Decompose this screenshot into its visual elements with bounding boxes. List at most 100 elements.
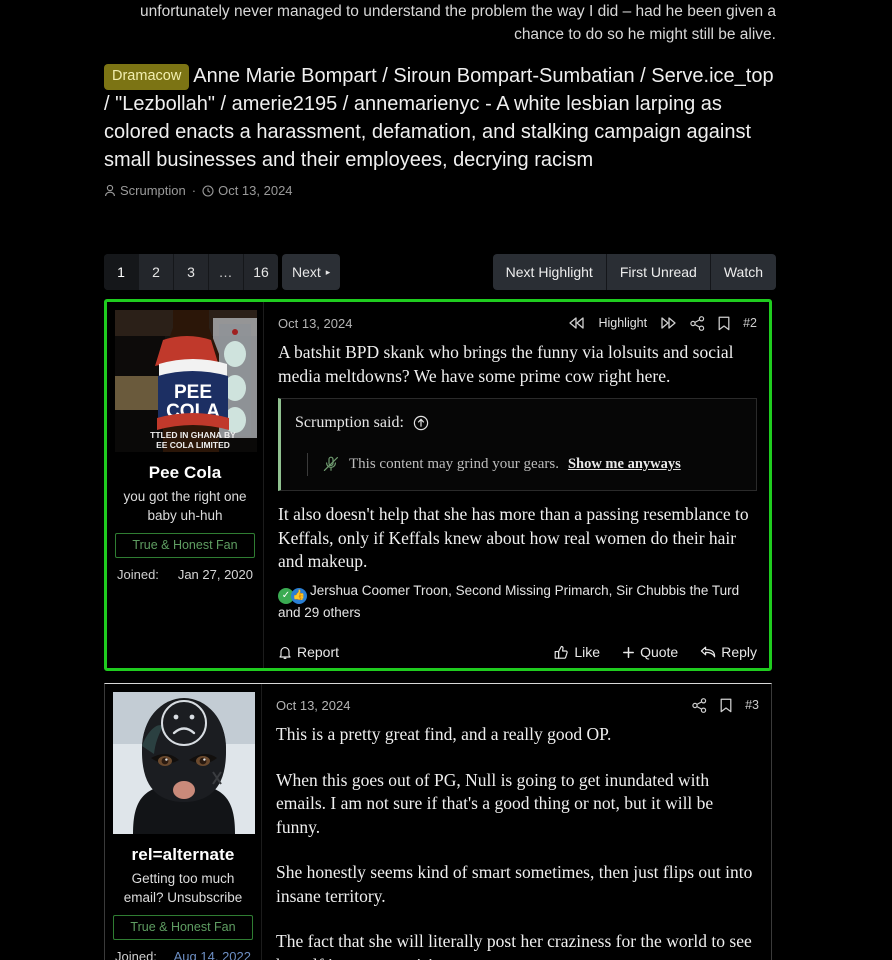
post-2-joined-value: Jan 27, 2020 <box>177 567 253 582</box>
post-3-username[interactable]: rel=alternate <box>113 845 253 865</box>
post-2-quote-block: Scrumption said: This content may grind … <box>278 398 757 491</box>
post-3-joined-row: Joined: Aug 14, 2022 <box>113 949 253 960</box>
pagination-row: 1 2 3 … 16 Next ▸ Next Highlight First U… <box>104 254 776 290</box>
next-page-label: Next <box>292 264 321 280</box>
post-2-paragraph-2: It also doesn't help that she has more t… <box>278 504 749 571</box>
post-2-username[interactable]: Pee Cola <box>115 463 255 483</box>
post-3-paragraph-3: She honestly seems kind of smart sometim… <box>276 862 753 906</box>
watch-button[interactable]: Watch <box>711 254 776 290</box>
post-3: rel=alternate Getting too much email? Un… <box>104 683 772 960</box>
thread-date[interactable]: Oct 13, 2024 <box>202 183 293 198</box>
post-3-main-column: Oct 13, 2024 #3 This is a pretty great f… <box>262 684 771 960</box>
next-page-button[interactable]: Next ▸ <box>282 254 341 290</box>
quote-button[interactable]: Quote <box>622 644 678 660</box>
next-highlight-button[interactable]: Next Highlight <box>493 254 607 290</box>
post-3-user-banner: True & Honest Fan <box>113 915 253 940</box>
muted-microphone-icon <box>322 455 340 473</box>
like-label: Like <box>574 644 601 660</box>
previous-post-excerpt: unfortunately never managed to understan… <box>140 3 776 43</box>
page-link-2[interactable]: 2 <box>139 254 174 290</box>
page-link-3[interactable]: 3 <box>174 254 209 290</box>
post-2-number[interactable]: #2 <box>743 316 757 330</box>
fast-forward-icon[interactable] <box>660 317 677 329</box>
post-3-header-actions: #3 <box>692 697 759 713</box>
thread-author[interactable]: Scrumption <box>104 183 186 198</box>
bell-icon <box>278 645 292 660</box>
bookmark-icon[interactable] <box>720 698 732 713</box>
post-2-date[interactable]: Oct 13, 2024 <box>278 316 352 331</box>
thread-action-buttons: Next Highlight First Unread Watch <box>492 254 776 290</box>
avatar[interactable] <box>113 692 255 834</box>
page-ellipsis[interactable]: … <box>209 254 244 290</box>
thread-author-name: Scrumption <box>120 183 186 198</box>
thread-date-text: Oct 13, 2024 <box>218 183 293 198</box>
page-link-16[interactable]: 16 <box>244 254 278 290</box>
svg-text:EE COLA LIMITED: EE COLA LIMITED <box>156 440 230 450</box>
plus-icon <box>622 646 635 659</box>
post-3-paragraph-1: This is a pretty great find, and a reall… <box>276 724 612 744</box>
post-2-user-banner: True & Honest Fan <box>115 533 255 558</box>
thread-title-text[interactable]: Anne Marie Bompart / Siroun Bompart-Sumb… <box>104 65 774 171</box>
report-button[interactable]: Report <box>278 644 339 660</box>
post-2-reaction-names[interactable]: Jershua Coomer Troon, Second Missing Pri… <box>278 583 739 620</box>
post-3-date[interactable]: Oct 13, 2024 <box>276 698 350 713</box>
chevron-right-icon: ▸ <box>325 266 331 277</box>
quote-attribution: Scrumption said: <box>295 411 742 435</box>
share-icon[interactable] <box>692 697 707 713</box>
balaclava-sad-face-photo <box>113 692 255 834</box>
thumbs-up-reaction-icon: 👍 <box>291 587 307 604</box>
show-me-anyways-link[interactable]: Show me anyways <box>568 453 681 477</box>
meta-separator: · <box>191 183 197 198</box>
pee-cola-bottle-photo: PEE COLA TTLED IN GHANA BY EE COLA LIMIT… <box>115 310 257 452</box>
clock-icon <box>202 184 214 197</box>
forum-thread-page: unfortunately never managed to understan… <box>0 0 892 960</box>
post-3-header: Oct 13, 2024 #3 <box>276 692 759 718</box>
avatar[interactable]: PEE COLA TTLED IN GHANA BY EE COLA LIMIT… <box>115 310 257 452</box>
reaction-icons: ✓ 👍 <box>278 587 307 604</box>
post-2-user-title: you got the right one baby uh-huh <box>123 489 247 523</box>
post-2-body: A batshit BPD skank who brings the funny… <box>278 341 757 574</box>
svg-text:TTLED IN GHANA BY: TTLED IN GHANA BY <box>150 430 236 440</box>
svg-text:PEE: PEE <box>174 382 212 403</box>
post-2-joined-row: Joined: Jan 27, 2020 <box>115 567 255 582</box>
report-label: Report <box>297 644 340 660</box>
post-2-header: Oct 13, 2024 Highlight #2 <box>278 310 757 336</box>
first-unread-button[interactable]: First Unread <box>607 254 711 290</box>
post-2-user-column: PEE COLA TTLED IN GHANA BY EE COLA LIMIT… <box>107 302 264 668</box>
post-3-paragraph-4: The fact that she will literally post he… <box>276 931 752 960</box>
post-3-number[interactable]: #3 <box>745 698 759 712</box>
post-2-footer-right: Like Quote Reply <box>554 644 757 660</box>
post-2-reactions: ✓ 👍 Jershua Coomer Troon, Second Missing… <box>278 582 757 622</box>
jump-to-post-icon[interactable] <box>413 415 429 431</box>
reply-label: Reply <box>721 644 757 660</box>
reply-arrow-icon <box>700 645 716 659</box>
quote-author-text: Scrumption said: <box>295 414 404 431</box>
post-2-highlight-button[interactable]: Highlight <box>598 316 647 330</box>
post-2-joined-label: Joined: <box>117 567 159 582</box>
thread-prefix-badge[interactable]: Dramacow <box>104 64 190 90</box>
like-button[interactable]: Like <box>554 644 600 660</box>
spoiler-notice: This content may grind your gears. Show … <box>307 452 742 477</box>
page-link-1[interactable]: 1 <box>104 254 139 290</box>
reply-button[interactable]: Reply <box>700 644 757 660</box>
page-number-group: 1 2 3 … 16 <box>104 254 278 290</box>
post-3-joined-label: Joined: <box>115 949 157 960</box>
pagination: 1 2 3 … 16 Next ▸ <box>104 254 341 290</box>
spoiler-text: This content may grind your gears. <box>349 455 559 472</box>
post-3-paragraph-2: When this goes out of PG, Null is going … <box>276 769 714 837</box>
rewind-icon[interactable] <box>568 317 585 329</box>
user-icon <box>104 184 116 197</box>
share-icon[interactable] <box>690 315 705 331</box>
page-title: Dramacow Anne Marie Bompart / Siroun Bomp… <box>104 62 784 174</box>
thread-meta: Scrumption · Oct 13, 2024 <box>104 183 784 198</box>
post-3-body: This is a pretty great find, and a reall… <box>276 723 759 960</box>
post-3-user-title: Getting too much email? Unsubscribe <box>123 871 243 905</box>
post-2: PEE COLA TTLED IN GHANA BY EE COLA LIMIT… <box>104 299 772 671</box>
post-3-user-column: rel=alternate Getting too much email? Un… <box>105 684 262 960</box>
post-3-joined-value[interactable]: Aug 14, 2022 <box>174 949 251 960</box>
post-2-header-actions: Highlight #2 <box>568 315 757 331</box>
thread-header: Dramacow Anne Marie Bompart / Siroun Bomp… <box>104 62 784 198</box>
thumbs-up-icon <box>554 645 569 660</box>
post-2-footer: Report Like Quote Reply <box>278 644 757 660</box>
bookmark-icon[interactable] <box>718 316 730 331</box>
